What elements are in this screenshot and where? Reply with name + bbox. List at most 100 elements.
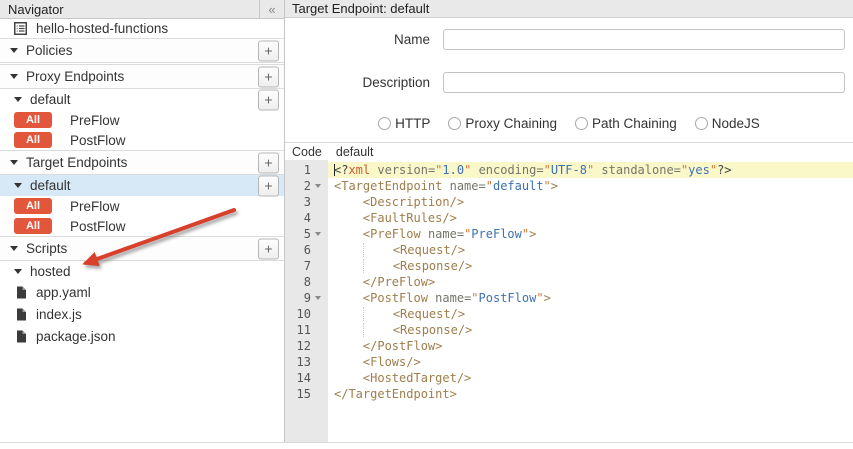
gutter-line-number: 15 [285,386,328,402]
code-line-15[interactable]: 15</TargetEndpoint> [285,386,853,402]
code-line-6[interactable]: 6 <Request/> [285,242,853,258]
file-item-index-js[interactable]: index.js [0,303,284,325]
radio-path-chaining[interactable]: Path Chaining [575,116,677,131]
add-proxy-endpoint-button[interactable]: + [258,66,279,87]
code-line-7[interactable]: 7 <Response/> [285,258,853,274]
target-endpoint-default-label: default [30,178,71,193]
target-endpoint-default-selected[interactable]: default + [0,175,284,196]
name-input[interactable] [443,29,845,50]
radio-http[interactable]: HTTP [378,116,430,131]
code-line-text[interactable]: <Request/> [328,242,853,258]
radio-proxy-chaining-label: Proxy Chaining [465,116,557,131]
code-line-text[interactable]: <Flows/> [328,354,853,370]
hosted-folder-label: hosted [30,264,71,279]
code-line-1[interactable]: 1<?xml version="1.0" encoding="UTF-8" st… [285,162,853,178]
expander-icon[interactable] [10,48,18,53]
code-editor[interactable]: 1<?xml version="1.0" encoding="UTF-8" st… [285,160,853,442]
gutter-line-number: 11 [285,322,328,338]
code-line-11[interactable]: 11 <Response/> [285,322,853,338]
code-line-text[interactable]: <PreFlow name="PreFlow"> [328,226,853,242]
gutter-line-number: 10 [285,306,328,322]
code-line-text[interactable]: <PostFlow name="PostFlow"> [328,290,853,306]
scripts-hosted-folder[interactable]: hosted [0,261,284,281]
description-label: Description [285,75,430,90]
section-policies-label: Policies [26,43,73,58]
section-proxy-endpoints[interactable]: Proxy Endpoints + [0,64,284,89]
code-line-text[interactable]: <FaultRules/> [328,210,853,226]
code-line-text[interactable]: </PostFlow> [328,338,853,354]
file-item-package-json[interactable]: package.json [0,325,284,347]
code-line-14[interactable]: 14 <HostedTarget/> [285,370,853,386]
code-line-text[interactable]: <Request/> [328,306,853,322]
radio-proxy-chaining[interactable]: Proxy Chaining [448,116,557,131]
code-tab-filename[interactable]: default [336,145,374,159]
radio-nodejs-label: NodeJS [712,116,760,131]
section-target-endpoints-label: Target Endpoints [26,155,127,170]
navigator-sidebar: Navigator « hello-hosted-functions Polic… [0,0,285,442]
gutter-line-number: 7 [285,258,328,274]
radio-path-chaining-circle[interactable] [575,117,588,130]
radio-http-circle[interactable] [378,117,391,130]
expander-icon[interactable] [10,160,18,165]
code-line-text[interactable]: </PreFlow> [328,274,853,290]
section-proxy-endpoints-label: Proxy Endpoints [26,69,124,84]
proxy-postflow-item[interactable]: All PostFlow [0,130,284,150]
add-target-flow-button[interactable]: + [258,175,279,196]
expander-icon[interactable] [10,246,18,251]
target-postflow-item[interactable]: All PostFlow [0,216,284,236]
code-line-3[interactable]: 3 <Description/> [285,194,853,210]
proxy-preflow-item[interactable]: All PreFlow [0,110,284,130]
radio-proxy-chaining-circle[interactable] [448,117,461,130]
code-line-text[interactable]: <Description/> [328,194,853,210]
proxy-postflow-label: PostFlow [70,133,126,148]
code-fold-icon[interactable] [315,296,321,300]
all-badge: All [14,198,52,214]
radio-nodejs-circle[interactable] [695,117,708,130]
description-input[interactable] [443,72,845,93]
proxy-endpoint-default[interactable]: default + [0,89,284,110]
gutter-line-number: 3 [285,194,328,210]
section-target-endpoints[interactable]: Target Endpoints + [0,150,284,175]
code-line-9[interactable]: 9 <PostFlow name="PostFlow"> [285,290,853,306]
app-window: Navigator « hello-hosted-functions Polic… [0,0,853,449]
add-proxy-flow-button[interactable]: + [258,89,279,110]
gutter-line-number: 9 [285,290,328,306]
gutter-line-number: 2 [285,178,328,194]
code-line-text[interactable]: <?xml version="1.0" encoding="UTF-8" sta… [328,162,853,178]
gutter-line-number: 8 [285,274,328,290]
code-line-12[interactable]: 12 </PostFlow> [285,338,853,354]
add-script-button[interactable]: + [258,238,279,259]
code-line-8[interactable]: 8 </PreFlow> [285,274,853,290]
code-line-text[interactable]: <Response/> [328,258,853,274]
code-line-text[interactable]: <HostedTarget/> [328,370,853,386]
expander-icon[interactable] [14,269,22,274]
section-scripts[interactable]: Scripts + [0,236,284,261]
panel-header: Target Endpoint: default [285,0,853,18]
code-fold-icon[interactable] [315,232,321,236]
code-line-10[interactable]: 10 <Request/> [285,306,853,322]
expander-icon[interactable] [10,74,18,79]
file-icon [16,308,27,321]
file-item-app-yaml[interactable]: app.yaml [0,281,284,303]
code-line-4[interactable]: 4 <FaultRules/> [285,210,853,226]
code-fold-icon[interactable] [315,184,321,188]
all-badge: All [14,112,52,128]
name-label: Name [285,32,430,47]
expander-icon[interactable] [14,183,22,188]
sidebar-collapse-button[interactable]: « [259,0,284,18]
code-line-text[interactable]: <TargetEndpoint name="default"> [328,178,853,194]
expander-icon[interactable] [14,97,22,102]
code-line-2[interactable]: 2<TargetEndpoint name="default"> [285,178,853,194]
code-line-5[interactable]: 5 <PreFlow name="PreFlow"> [285,226,853,242]
add-policy-button[interactable]: + [258,40,279,61]
target-preflow-item[interactable]: All PreFlow [0,196,284,216]
code-line-13[interactable]: 13 <Flows/> [285,354,853,370]
gutter-line-number: 6 [285,242,328,258]
add-target-endpoint-button[interactable]: + [258,152,279,173]
radio-nodejs[interactable]: NodeJS [695,116,760,131]
section-policies[interactable]: Policies + [0,38,284,63]
gutter-line-number: 12 [285,338,328,354]
code-line-text[interactable]: </TargetEndpoint> [328,386,853,402]
code-line-text[interactable]: <Response/> [328,322,853,338]
bundle-item[interactable]: hello-hosted-functions [0,19,284,38]
